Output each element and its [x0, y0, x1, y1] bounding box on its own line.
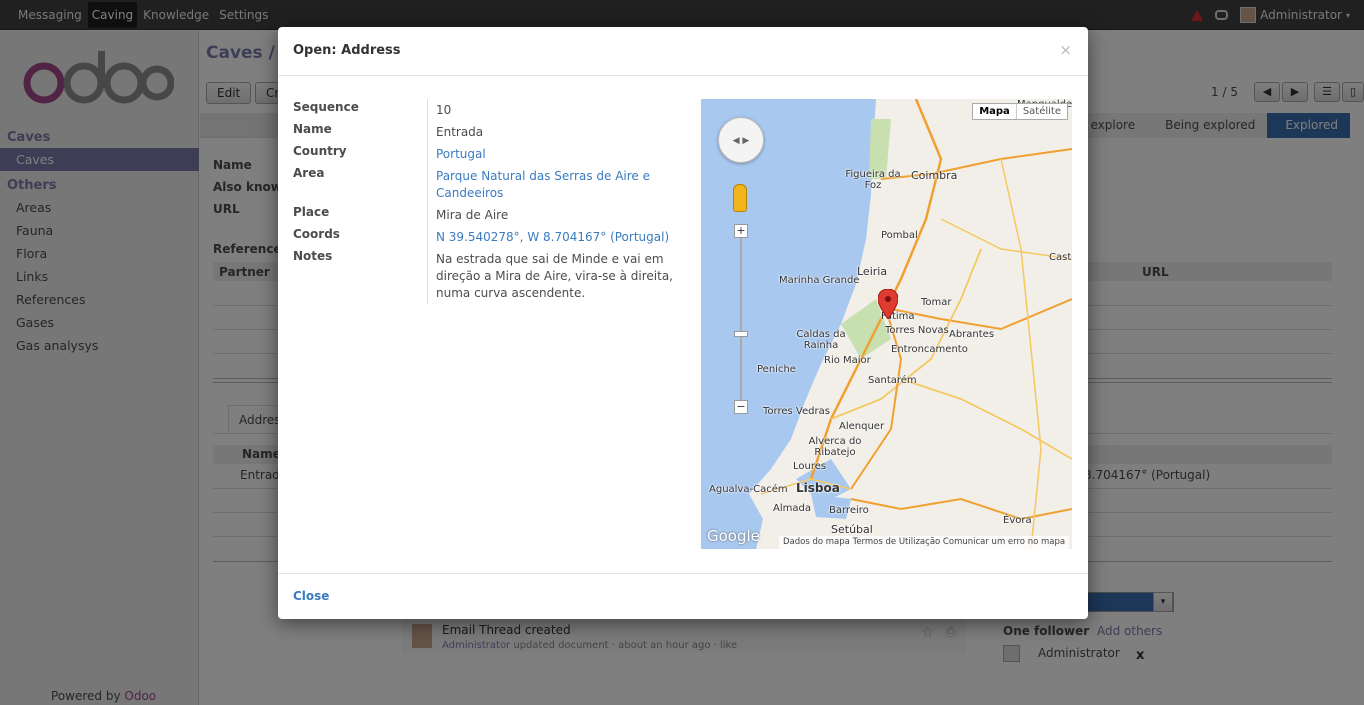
map-label: Peniche	[757, 364, 796, 375]
field-value: Entrada	[436, 125, 484, 139]
map-label: Alenquer	[839, 421, 885, 432]
map-label: Barreiro	[829, 505, 869, 516]
map-label: Entroncamento	[891, 344, 968, 355]
map-label: Agualva-Cacém	[709, 484, 788, 495]
dialog-footer: Close	[278, 573, 1088, 619]
location-pin-icon[interactable]	[878, 289, 898, 319]
close-button[interactable]: Close	[293, 589, 329, 603]
google-logo[interactable]: Google	[707, 527, 760, 545]
field-coords: Coords N 39.540278°, W 8.704167° (Portug…	[293, 226, 693, 248]
field-value: Na estrada que sai de Minde e vai em dir…	[436, 252, 673, 300]
map-type-map-button[interactable]: Mapa	[973, 104, 1017, 119]
map-label: Tomar	[921, 297, 952, 308]
address-dialog: Open: Address × Sequence 10 Name Entrada…	[278, 27, 1088, 619]
map-label: Alverca do Ribatejo	[808, 436, 862, 458]
coords-link[interactable]: N 39.540278°, W 8.704167° (Portugal)	[436, 230, 669, 244]
map-label: Castelo	[1049, 252, 1072, 263]
field-label: Notes	[293, 248, 428, 304]
field-value: Mira de Aire	[436, 208, 509, 222]
street-view-pegman-icon[interactable]	[733, 184, 747, 212]
close-icon[interactable]: ×	[1059, 41, 1072, 59]
map-label: Santarém	[868, 375, 917, 386]
map-label: Lisboa	[796, 481, 840, 495]
field-label: Country	[293, 143, 428, 165]
field-sequence: Sequence 10	[293, 99, 693, 121]
map-label: Loures	[793, 461, 827, 472]
field-value: 10	[436, 103, 452, 117]
dialog-header: Open: Address ×	[278, 27, 1088, 76]
zoom-slider-track[interactable]	[740, 231, 742, 409]
location-map[interactable]: Mangualde Figueira da Foz Coimbra Pombal…	[701, 99, 1072, 549]
map-label: Setúbal	[831, 523, 873, 536]
map-label: Pombal	[881, 230, 918, 241]
map-label: Coimbra	[911, 169, 958, 182]
map-label: Leiria	[857, 265, 888, 278]
zoom-in-button[interactable]: +	[734, 224, 748, 238]
map-attribution[interactable]: Dados do mapa Termos de Utilização Comun…	[779, 536, 1070, 549]
map-label: Torres Novas	[885, 325, 949, 336]
field-country: Country Portugal	[293, 143, 693, 165]
field-label: Sequence	[293, 99, 428, 121]
field-label: Area	[293, 165, 428, 204]
map-label: Almada	[773, 503, 811, 514]
pan-control[interactable]: ◀ ▶	[718, 117, 764, 163]
field-area: Area Parque Natural das Serras de Aire e…	[293, 165, 693, 204]
map-label: Abrantes	[949, 329, 995, 340]
field-label: Name	[293, 121, 428, 143]
map-label: Rio Maior	[824, 355, 871, 366]
map-label: Marinha Grande	[779, 275, 860, 286]
map-type-satellite-button[interactable]: Satélite	[1017, 104, 1067, 119]
address-form: Sequence 10 Name Entrada Country Portuga…	[293, 99, 693, 304]
dialog-title: Open: Address	[293, 43, 401, 58]
field-place: Place Mira de Aire	[293, 204, 693, 226]
map-canvas[interactable]	[701, 99, 1072, 549]
area-link[interactable]: Parque Natural das Serras de Aire e Cand…	[436, 169, 650, 200]
map-label: Caldas da Rainha	[796, 329, 846, 351]
zoom-out-button[interactable]: −	[734, 400, 748, 414]
field-notes: Notes Na estrada que sai de Minde e vai …	[293, 248, 693, 304]
map-label: Évora	[1003, 515, 1032, 526]
map-label: Torres Vedras	[763, 406, 830, 417]
country-link[interactable]: Portugal	[436, 147, 486, 161]
map-label: Figueira da Foz	[845, 169, 901, 191]
field-label: Place	[293, 204, 428, 226]
field-label: Coords	[293, 226, 428, 248]
zoom-slider-handle[interactable]	[734, 331, 748, 337]
field-name: Name Entrada	[293, 121, 693, 143]
map-type-control: Mapa Satélite	[972, 103, 1068, 120]
